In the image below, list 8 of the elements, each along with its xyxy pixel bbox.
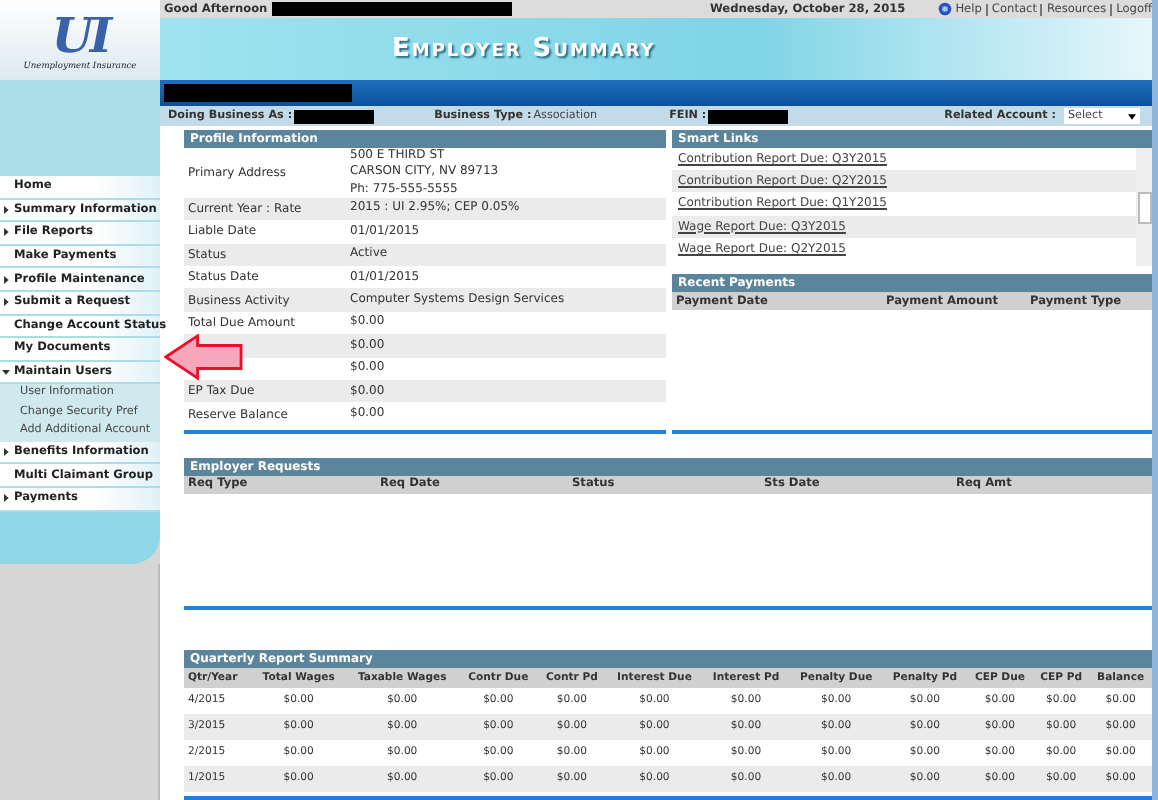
help-icon xyxy=(937,2,952,16)
caret-icon xyxy=(1128,113,1136,119)
logo-letters: UI xyxy=(51,9,109,61)
arrow-annotation-icon xyxy=(164,334,244,380)
banner-title: Employer Summary xyxy=(392,34,656,64)
redaction-block xyxy=(294,109,375,123)
scrollbar[interactable] xyxy=(1136,148,1152,266)
redaction-block xyxy=(708,109,789,123)
